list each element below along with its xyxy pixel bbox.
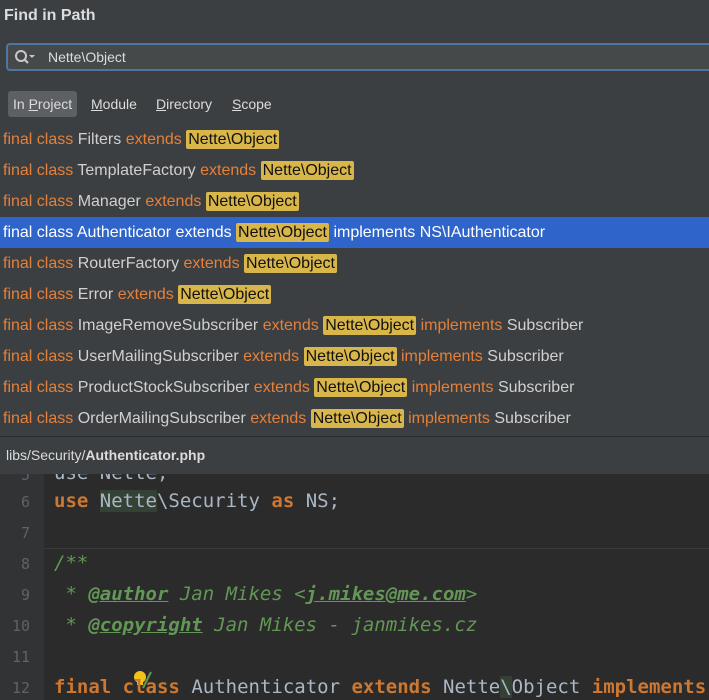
result-row[interactable]: final class ImageRemoveSubscriber extend… bbox=[0, 310, 709, 341]
match-highlight: Nette\Object bbox=[236, 223, 329, 242]
search-field[interactable]: Nette\Object bbox=[6, 43, 709, 71]
match-highlight: Nette\Object bbox=[244, 254, 337, 273]
line-number: 6 bbox=[20, 493, 30, 511]
line-number: 7 bbox=[20, 524, 30, 542]
line-number: 10 bbox=[11, 617, 30, 635]
line-number: 11 bbox=[11, 648, 30, 666]
code-line-6: use Nette\Security as NS; bbox=[54, 490, 341, 512]
match-highlight: Nette\Object bbox=[314, 378, 408, 397]
result-row-selected[interactable]: final class Authenticator extends Nette\… bbox=[0, 217, 709, 248]
search-history-icon[interactable] bbox=[14, 49, 36, 67]
tab-module[interactable]: Module bbox=[91, 91, 137, 117]
path-file: Authenticator.php bbox=[85, 447, 206, 463]
match-highlight: Nette\Object bbox=[186, 130, 280, 149]
result-row[interactable]: final class TemplateFactory extends Nett… bbox=[0, 155, 709, 186]
search-input[interactable]: Nette\Object bbox=[48, 49, 126, 65]
line-number: 5 bbox=[20, 474, 30, 484]
preview-file-path: libs/Security/Authenticator.php bbox=[0, 436, 709, 474]
match-highlight: Nette\Object bbox=[205, 192, 299, 211]
match-highlight: Nette\Object bbox=[323, 316, 417, 335]
result-row[interactable]: final class UserMailingSubscriber extend… bbox=[0, 341, 709, 372]
line-number: 9 bbox=[20, 586, 30, 604]
tab-in-project[interactable]: In Project bbox=[8, 91, 78, 117]
match-highlight: Nette\Object bbox=[260, 161, 354, 180]
result-row[interactable]: final class ProductStockSubscriber exten… bbox=[0, 372, 709, 403]
result-row[interactable]: final class Manager extends Nette\Object bbox=[0, 186, 709, 217]
code-line-5: use Nette; bbox=[54, 474, 168, 484]
match-highlight: Nette\Object bbox=[178, 285, 272, 304]
tab-directory[interactable]: Directory bbox=[156, 91, 212, 117]
code-line-12: final class Authenticator extends Nette\… bbox=[54, 676, 707, 698]
match-highlight: Nette\Object bbox=[303, 347, 397, 366]
result-row[interactable]: final class OrderMailingSubscriber exten… bbox=[0, 403, 709, 434]
dialog-title: Find in Path bbox=[4, 7, 96, 24]
match-highlight: Nette\Object bbox=[310, 409, 404, 428]
separator bbox=[44, 548, 709, 549]
result-row[interactable]: final class Filters extends Nette\Object bbox=[0, 124, 709, 155]
path-dir: libs/Security/ bbox=[6, 447, 86, 463]
code-line-9: * @author Jan Mikes <j.mikes@me.com> bbox=[54, 583, 478, 605]
tab-scope[interactable]: Scope bbox=[232, 91, 272, 117]
result-row[interactable]: final class Error extends Nette\Object bbox=[0, 279, 709, 310]
code-line-8: /** bbox=[54, 552, 89, 574]
line-number: 8 bbox=[20, 555, 30, 573]
code-line-10: * @copyright Jan Mikes - janmikes.cz bbox=[54, 614, 478, 636]
line-number: 12 bbox=[11, 679, 30, 697]
result-row[interactable]: final class RouterFactory extends Nette\… bbox=[0, 248, 709, 279]
code-preview[interactable]: 5 6 7 8 9 10 11 12 use Nette; use Nette\… bbox=[0, 474, 709, 700]
find-in-path-dialog: Find in Path Nette\Object In Project Mod… bbox=[0, 0, 709, 700]
